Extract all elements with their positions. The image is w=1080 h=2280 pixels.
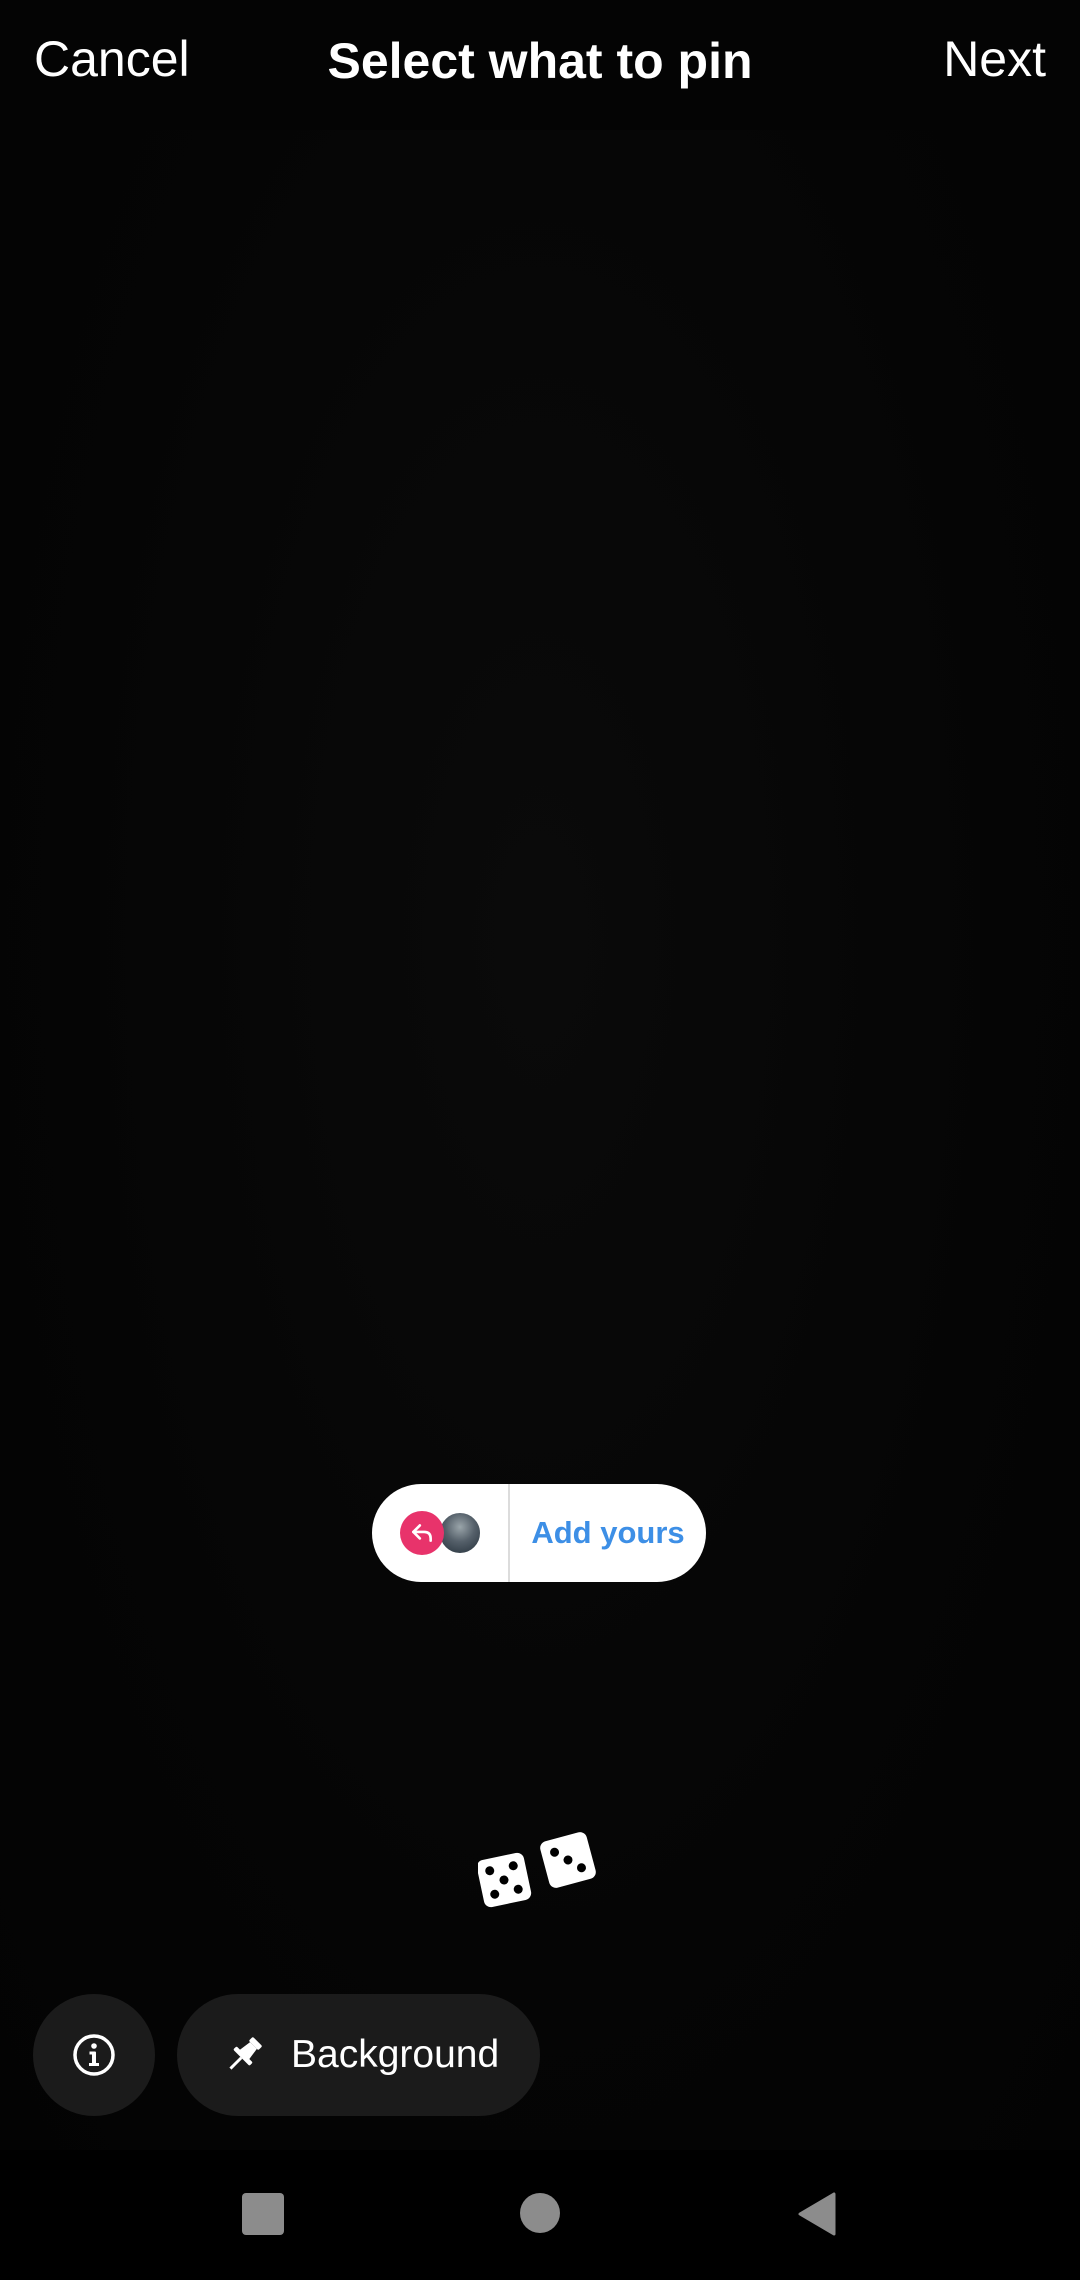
back-triangle-icon[interactable] (794, 2190, 838, 2238)
avatar (438, 1511, 482, 1555)
background-label: Background (291, 2033, 500, 2076)
page-title: Select what to pin (327, 33, 753, 89)
pin-icon (229, 2037, 262, 2070)
add-yours-sticker[interactable]: Add yours (372, 1484, 706, 1582)
add-yours-label: Add yours (531, 1515, 685, 1550)
info-button[interactable] (33, 1994, 155, 2116)
sticker-avatars (372, 1484, 510, 1582)
info-icon (73, 2034, 115, 2076)
reply-icon (400, 1511, 444, 1555)
square-icon[interactable] (242, 2193, 284, 2235)
next-button[interactable]: Next (943, 30, 1046, 88)
top-bar: Cancel Select what to pin Next (0, 0, 1080, 130)
pin-selection-screen: Cancel Select what to pin Next Add yours (0, 0, 1080, 2280)
circle-icon[interactable] (520, 2193, 560, 2233)
system-nav-bar (0, 2150, 1080, 2280)
dice-icon[interactable] (476, 1828, 608, 1928)
background-pin-button[interactable]: Background (177, 1994, 540, 2116)
